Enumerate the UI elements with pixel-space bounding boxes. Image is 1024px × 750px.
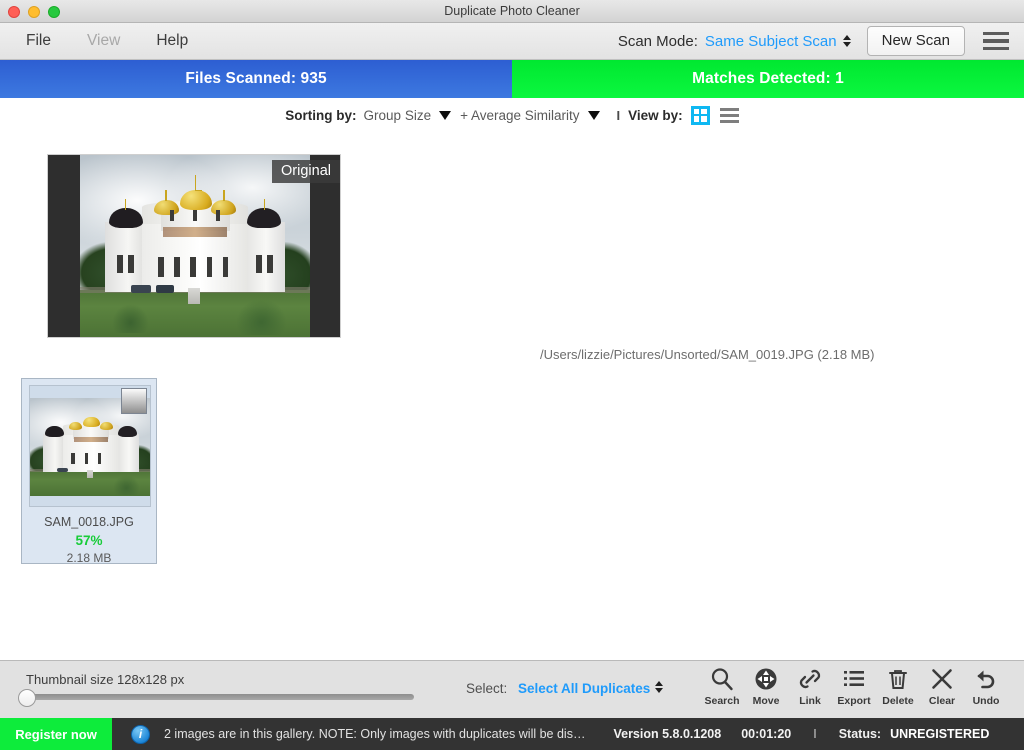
menu-bar: File View Help Scan Mode: Same Subject S…: [0, 23, 1024, 60]
version-label: Version 5.8.0.1208: [613, 727, 722, 741]
sorting-toolbar: Sorting by: Group Size + Average Similar…: [0, 98, 1024, 132]
thumbnail-similarity: 57%: [75, 533, 103, 548]
link-icon: [797, 664, 823, 694]
thumbnail-size-slider-handle[interactable]: [18, 689, 36, 707]
list-view-icon[interactable]: [719, 107, 739, 123]
scan-mode-label: Scan Mode:: [617, 32, 698, 50]
view-by-label: View by:: [628, 107, 683, 123]
move-icon: [753, 664, 779, 694]
register-now-button[interactable]: Register now: [0, 718, 112, 750]
clear-tool-label: Clear: [928, 695, 956, 707]
menu-item-file[interactable]: File: [26, 32, 51, 50]
undo-icon: [973, 664, 999, 694]
main-content-area: Original /Users/lizzie/Pictures/Unsorted…: [0, 132, 1024, 660]
stat-bars: Files Scanned: 935 Matches Detected: 1: [0, 60, 1024, 98]
title-bar: Duplicate Photo Cleaner: [0, 0, 1024, 23]
clear-tool-button[interactable]: Clear: [920, 664, 964, 707]
menu-item-help[interactable]: Help: [156, 32, 188, 50]
hamburger-menu-icon[interactable]: [981, 30, 1011, 53]
toolbar-divider: I: [616, 107, 621, 123]
link-tool-label: Link: [799, 695, 821, 707]
close-window-button[interactable]: [8, 6, 20, 18]
thumbnail-size-slider-track[interactable]: [24, 694, 414, 700]
thumbnail-size-label: Thumbnail size 128x128 px: [26, 672, 185, 687]
sorting-by-label: Sorting by:: [285, 107, 357, 123]
window-title: Duplicate Photo Cleaner: [444, 4, 580, 18]
window-controls: [8, 6, 60, 18]
select-stepper-icon[interactable]: [655, 681, 663, 693]
maximize-window-button[interactable]: [48, 6, 60, 18]
move-tool-label: Move: [752, 695, 780, 707]
undo-tool-label: Undo: [972, 695, 1000, 707]
undo-tool-button[interactable]: Undo: [964, 664, 1008, 707]
link-tool-button[interactable]: Link: [788, 664, 832, 707]
app-window: Duplicate Photo Cleaner File View Help S…: [0, 0, 1024, 750]
status-label: Status:: [838, 727, 882, 741]
original-badge: Original: [272, 160, 340, 183]
sort-secondary-value[interactable]: + Average Similarity: [460, 108, 579, 123]
sort-secondary-chevron-down-icon[interactable]: [587, 110, 600, 120]
export-tool-button[interactable]: Export: [832, 664, 876, 707]
new-scan-button[interactable]: New Scan: [866, 26, 965, 56]
move-tool-button[interactable]: Move: [744, 664, 788, 707]
delete-tool-label: Delete: [882, 695, 914, 707]
export-icon: [841, 664, 867, 694]
status-value: UNREGISTERED: [890, 727, 990, 741]
status-bar: Register now i 2 images are in this gall…: [0, 718, 1024, 750]
thumbnail-file-size: 2.18 MB: [66, 551, 112, 565]
matches-detected-stat: Matches Detected: 1: [512, 60, 1024, 98]
grid-view-icon[interactable]: [690, 105, 710, 125]
export-tool-label: Export: [837, 695, 871, 707]
search-tool-button[interactable]: Search: [700, 664, 744, 707]
thumbnail-file-name: SAM_0018.JPG: [44, 515, 134, 529]
info-icon: i: [131, 724, 150, 744]
duplicate-thumbnail-card[interactable]: SAM_0018.JPG 57% 2.18 MB: [21, 378, 157, 565]
status-message: 2 images are in this gallery. NOTE: Only…: [164, 727, 586, 741]
thumbnail-select-checkbox[interactable]: [121, 388, 147, 414]
thumbnail-image-frame: [29, 385, 151, 507]
action-tools: Search Move Link Export Delete Clear Und…: [700, 664, 1008, 707]
select-label: Select:: [466, 681, 508, 696]
menu-bar-right: Scan Mode: Same Subject Scan New Scan: [618, 26, 1024, 56]
original-photo-preview[interactable]: Original: [47, 154, 341, 338]
scan-mode-stepper-icon[interactable]: [842, 35, 851, 47]
status-divider: I: [813, 727, 817, 741]
sort-primary-value[interactable]: Group Size: [364, 108, 432, 123]
close-icon: [929, 664, 955, 694]
files-scanned-stat: Files Scanned: 935: [0, 60, 512, 98]
elapsed-time: 00:01:20: [741, 727, 792, 741]
search-icon: [709, 664, 735, 694]
delete-tool-button[interactable]: Delete: [876, 664, 920, 707]
menu-item-group: File View Help: [0, 32, 188, 50]
original-file-path: /Users/lizzie/Pictures/Unsorted/SAM_0019…: [540, 347, 875, 362]
search-tool-label: Search: [704, 695, 740, 707]
scan-mode-value[interactable]: Same Subject Scan: [705, 33, 837, 50]
menu-item-view[interactable]: View: [87, 32, 120, 50]
trash-icon: [885, 664, 911, 694]
select-all-duplicates-dropdown[interactable]: Select All Duplicates: [518, 681, 650, 696]
sort-primary-chevron-down-icon[interactable]: [439, 110, 452, 120]
minimize-window-button[interactable]: [28, 6, 40, 18]
